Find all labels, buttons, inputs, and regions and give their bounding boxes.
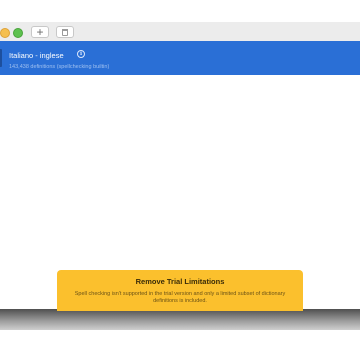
plus-icon: + — [36, 25, 44, 39]
info-icon[interactable]: i — [77, 50, 85, 58]
trial-banner[interactable]: Remove Trial Limitations Spell checking … — [57, 270, 303, 311]
trash-icon — [62, 28, 68, 36]
window-shadow — [0, 309, 360, 330]
delete-dictionary-button[interactable] — [56, 26, 74, 38]
minimize-window-button[interactable] — [0, 28, 10, 38]
dictionary-title: Italiano - inglese — [9, 51, 64, 60]
dictionary-list-item[interactable]: Italiano - inglese i 143,438 definitions… — [0, 41, 360, 75]
drag-handle-icon — [0, 49, 2, 67]
add-dictionary-button[interactable]: + — [31, 26, 49, 38]
banner-title: Remove Trial Limitations — [135, 277, 225, 286]
dictionary-subtitle: 143,438 definitions (spellchecking built… — [9, 64, 110, 70]
zoom-window-button[interactable] — [13, 28, 23, 38]
banner-text: Spell checking isn't supported in the tr… — [74, 291, 286, 304]
window-toolbar: + — [0, 22, 360, 41]
